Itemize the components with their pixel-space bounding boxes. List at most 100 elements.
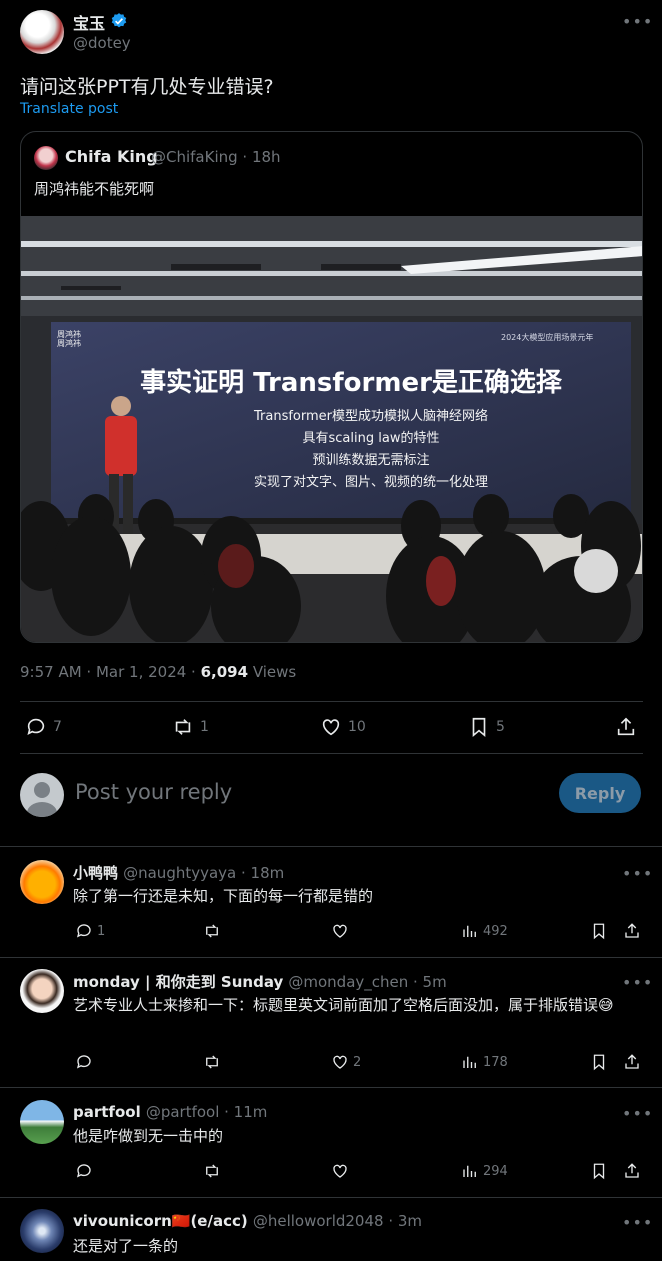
heart-icon: [333, 924, 347, 938]
bookmark-icon: [593, 1163, 605, 1180]
comment-author-meta[interactable]: @partfool · 11m: [146, 1103, 268, 1121]
comment-header: monday | 和你走到 Sunday @monday_chen · 5m: [73, 971, 447, 992]
analytics-icon: [463, 925, 476, 937]
comment-text: 除了第一行还是未知，下面的每一行都是错的: [73, 887, 374, 905]
views-count: 6,094: [200, 663, 249, 681]
comment-avatar[interactable]: [20, 969, 64, 1013]
comment-more-icon[interactable]: •••: [622, 1213, 653, 1232]
reply-icon: [76, 1055, 91, 1069]
author-avatar[interactable]: [20, 10, 64, 54]
quote-text: 周鸿祎能不能死啊: [34, 180, 155, 198]
comment-share-action[interactable]: [623, 1162, 641, 1180]
comment-views-action[interactable]: 294: [461, 1162, 508, 1180]
reply-button[interactable]: Reply: [559, 773, 641, 813]
author-handle[interactable]: @dotey: [73, 34, 131, 52]
share-icon: [625, 1163, 639, 1178]
repost-icon: [206, 1055, 218, 1069]
comment-bookmark-action[interactable]: [590, 922, 608, 940]
bookmark-action[interactable]: 5: [468, 716, 505, 738]
reply-icon: [76, 924, 91, 938]
comment-repost-action[interactable]: [203, 922, 221, 940]
slide-line: 实现了对文字、图片、视频的统一化处理: [253, 475, 488, 490]
comment-header: 小鸭鸭 @naughtyyaya · 18m: [73, 862, 284, 883]
comment-more-icon[interactable]: •••: [622, 973, 653, 992]
comment-more-icon[interactable]: •••: [622, 864, 653, 883]
comment-like-action[interactable]: [331, 922, 349, 940]
comment-author-name[interactable]: monday | 和你走到 Sunday: [73, 973, 283, 991]
comment-share-action[interactable]: [623, 1053, 641, 1071]
reply-action[interactable]: 7: [25, 716, 62, 738]
comment-text: 他是咋做到无一击中的: [73, 1127, 224, 1145]
comment-reply-action[interactable]: [75, 1162, 93, 1180]
comment-views-count: 178: [483, 1054, 508, 1070]
reply-input[interactable]: Post your reply: [75, 780, 232, 804]
comment-reply-action[interactable]: 1: [75, 922, 105, 940]
slide-corner-logo: 周鸿祎 周鸿祎: [57, 330, 81, 348]
translate-post-link[interactable]: Translate post: [20, 101, 118, 117]
comment-more-icon[interactable]: •••: [622, 1104, 653, 1123]
comment-author-meta[interactable]: @helloworld2048 · 3m: [253, 1212, 422, 1230]
slide-line: 具有scaling law的特性: [302, 431, 440, 446]
slide-corner-caption: 2024大模型应用场景元年: [501, 333, 594, 342]
repost-count: 1: [200, 719, 209, 735]
author-name[interactable]: 宝玉: [73, 10, 105, 34]
comment-author-meta[interactable]: @monday_chen · 5m: [288, 973, 446, 991]
quoted-post-card[interactable]: Chifa King @ChifaKing · 18h 周鸿祎能不能死啊 周鸿祎…: [20, 131, 643, 643]
comment-text: 还是对了一条的: [73, 1237, 179, 1255]
comment-views-count: 492: [483, 923, 508, 939]
quote-author-name: Chifa King: [65, 147, 158, 166]
quote-author-avatar: [34, 146, 58, 170]
repost-icon: [206, 1164, 218, 1178]
comment-repost-action[interactable]: [203, 1053, 221, 1071]
like-count: 10: [348, 719, 366, 735]
comment-share-action[interactable]: [623, 922, 641, 940]
bookmark-icon: [593, 1054, 605, 1071]
comment-avatar[interactable]: [20, 1100, 64, 1144]
repost-icon: [206, 924, 218, 938]
repost-icon: [175, 719, 191, 735]
share-icon: [625, 1054, 639, 1069]
comment-author-meta[interactable]: @naughtyyaya · 18m: [123, 864, 284, 882]
comment-author-name[interactable]: 小鸭鸭: [73, 864, 118, 882]
comment-bookmark-action[interactable]: [590, 1162, 608, 1180]
comment-author-name[interactable]: partfool: [73, 1103, 141, 1121]
comment-views-action[interactable]: 178: [461, 1053, 508, 1071]
post-timestamp: 9:57 AM · Mar 1, 2024 · 6,094 Views: [20, 663, 296, 681]
comment-author-name[interactable]: vivounicorn🇨🇳(e/acc): [73, 1212, 248, 1230]
analytics-icon: [463, 1056, 476, 1068]
comment-avatar[interactable]: [20, 1209, 64, 1253]
comment-repost-action[interactable]: [203, 1162, 221, 1180]
slide-line: Transformer模型成功模拟人脑神经网络: [253, 409, 488, 424]
like-action[interactable]: 10: [320, 716, 366, 738]
heart-icon: [333, 1055, 347, 1069]
views-label: Views: [248, 663, 297, 681]
comment-bookmark-action[interactable]: [590, 1053, 608, 1071]
comment-like-action[interactable]: [331, 1162, 349, 1180]
divider: [0, 846, 662, 847]
comment-like-action[interactable]: 2: [331, 1053, 361, 1071]
quote-photo[interactable]: 周鸿祎 周鸿祎 2024大模型应用场景元年 事实证明 Transformer是正…: [21, 216, 642, 642]
default-avatar-icon: [27, 782, 57, 817]
comment-avatar[interactable]: [20, 860, 64, 904]
bookmark-icon: [472, 717, 486, 738]
post-time[interactable]: 9:57 AM · Mar 1, 2024 ·: [20, 663, 201, 681]
comment-reply-action[interactable]: [75, 1053, 93, 1071]
comment-like-count: 2: [353, 1054, 362, 1070]
repost-action[interactable]: 1: [172, 716, 209, 738]
slide-title: 事实证明 Transformer是正确选择: [140, 368, 562, 398]
post-text: 请问这张PPT有几处专业错误?: [20, 76, 274, 98]
slide-line: 预训练数据无需标注: [312, 453, 430, 468]
reply-count: 7: [53, 719, 62, 735]
share-icon: [617, 717, 635, 736]
bookmark-icon: [593, 923, 605, 940]
comment-header: vivounicorn🇨🇳(e/acc) @helloworld2048 · 3…: [73, 1211, 422, 1230]
reply-icon: [27, 718, 45, 735]
share-action[interactable]: [615, 716, 637, 738]
divider: [20, 753, 643, 754]
divider: [0, 1197, 662, 1198]
comment-views-action[interactable]: 492: [461, 922, 508, 940]
comment-header: partfool @partfool · 11m: [73, 1102, 267, 1121]
share-icon: [625, 923, 639, 938]
more-icon[interactable]: •••: [622, 12, 653, 31]
divider: [0, 1087, 662, 1088]
